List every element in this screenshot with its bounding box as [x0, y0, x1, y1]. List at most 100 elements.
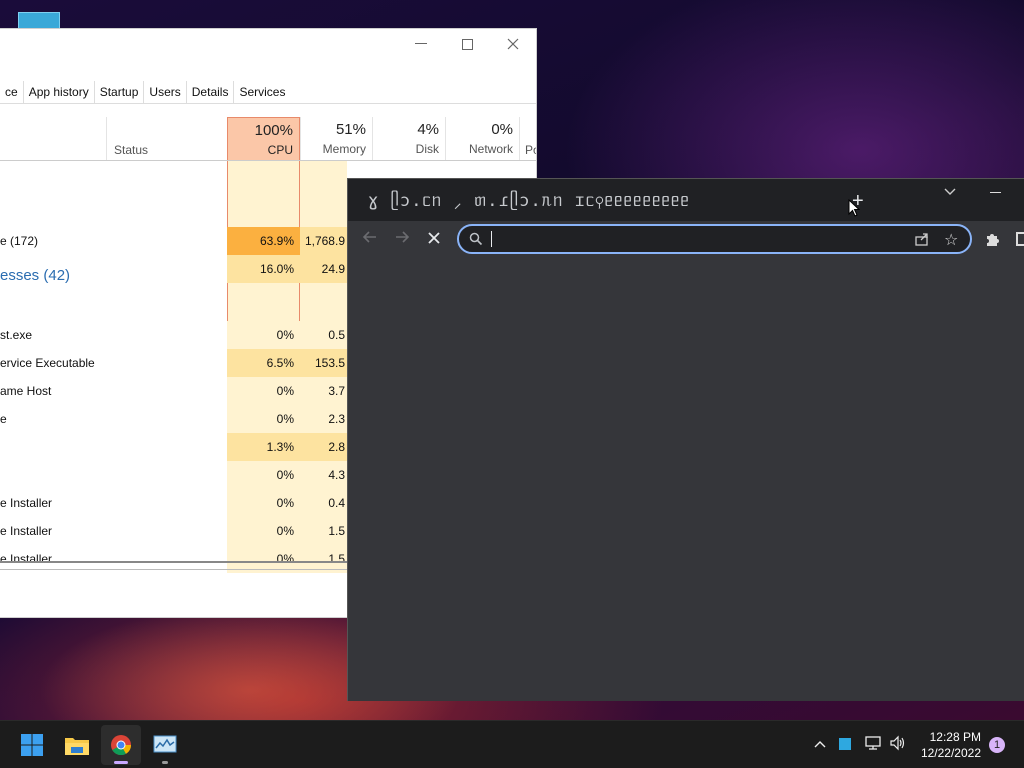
page-content [348, 259, 1024, 701]
speaker-icon [890, 735, 905, 751]
clock-date: 12/22/2022 [920, 746, 981, 760]
chrome-window: ɣ ᥫɔ.ᥴᥒ ⸝ ᥖ.ɾᥫɔ.ᥰᥒ ɪᥴ⚲ᥱᥱᥱᥱᥱᥱᥱᥱᥱ + ☆ [347, 178, 1024, 701]
close-icon [428, 232, 440, 244]
share-icon[interactable] [914, 231, 930, 247]
table-row[interactable]: e Installer 0% 0.4 [0, 489, 347, 517]
table-row[interactable]: e 0% 2.3 [0, 405, 347, 433]
blue-square-icon [839, 738, 851, 750]
column-power-label: Po [525, 143, 536, 157]
address-bar[interactable]: ☆ [457, 224, 972, 254]
start-button[interactable] [12, 725, 52, 765]
show-hidden-icons-button[interactable] [814, 735, 826, 751]
forward-button[interactable] [394, 229, 410, 250]
clock[interactable]: 12:28 PM 12/22/2022 [921, 729, 981, 761]
table-row[interactable]: 1.3% 2.8 [0, 433, 347, 461]
tab-app-history[interactable]: App history [24, 81, 95, 103]
task-manager-icon [153, 735, 177, 753]
table-row[interactable]: 16.0% 24.9 [0, 255, 347, 283]
process-cpu: 0% [276, 552, 294, 566]
process-memory: 1.5 [328, 552, 345, 566]
side-panel-icon[interactable] [1016, 232, 1024, 246]
column-memory-label: Memory [322, 142, 366, 156]
active-app-indicator [114, 761, 128, 764]
tab-performance[interactable]: ce [0, 81, 24, 103]
process-memory: 0.5 [328, 328, 345, 342]
minimize-icon [990, 192, 1001, 193]
browser-toolbar: ☆ [348, 221, 1024, 259]
tab-services[interactable]: Services [234, 81, 290, 103]
maximize-button[interactable] [444, 29, 490, 59]
volume-button[interactable] [889, 735, 907, 754]
process-cpu: 6.5% [266, 356, 294, 370]
column-cpu-label: CPU [267, 143, 293, 157]
process-cpu: 0% [276, 524, 294, 538]
back-button[interactable] [362, 229, 378, 250]
mouse-cursor-icon [848, 199, 860, 217]
extensions-puzzle-icon[interactable] [984, 231, 1000, 247]
chevron-down-icon [944, 188, 956, 195]
column-network-label: Network [468, 142, 513, 156]
column-network[interactable]: 0% Network [445, 117, 519, 161]
chrome-icon [111, 735, 132, 756]
task-manager-taskbar-button[interactable] [145, 725, 185, 765]
column-disk-label: Disk [415, 142, 439, 156]
desktop: ce App history Startup Users Details Ser… [0, 0, 1024, 720]
column-cpu[interactable]: 100% CPU [227, 117, 300, 161]
network-total-percent: 0% [491, 121, 513, 138]
task-manager-tabs: ce App history Startup Users Details Ser… [0, 81, 290, 103]
tab-details[interactable]: Details [187, 81, 235, 103]
tab-search-button[interactable] [944, 185, 956, 199]
clock-time: 12:28 PM [929, 730, 981, 744]
chrome-taskbar-button[interactable] [101, 725, 141, 765]
file-explorer-button[interactable] [57, 725, 97, 765]
table-row[interactable]: e (172) 63.9% 1,768.9 [0, 227, 347, 255]
column-power[interactable]: Po [519, 117, 536, 161]
text-caret [491, 231, 492, 247]
column-status[interactable]: Status [106, 117, 227, 161]
table-row[interactable]: ame Host 0% 3.7 [0, 377, 347, 405]
horizontal-scrollbar[interactable] [0, 561, 347, 563]
process-name: e (172) [0, 234, 39, 248]
process-memory: 1,768.9 [304, 234, 345, 248]
process-cpu: 0% [276, 468, 294, 482]
process-cpu: 0% [276, 328, 294, 342]
table-row[interactable]: 0% 4.3 [0, 461, 347, 489]
process-memory: 2.8 [328, 440, 345, 454]
network-button[interactable] [864, 735, 882, 754]
close-button[interactable] [490, 29, 536, 59]
arrow-left-icon [362, 231, 376, 243]
process-cpu: 1.3% [266, 440, 294, 454]
process-memory: 0.4 [328, 496, 345, 510]
notification-badge[interactable]: 1 [989, 737, 1005, 753]
window-controls [398, 29, 536, 59]
maximize-icon [461, 38, 473, 50]
column-status-label: Status [114, 143, 149, 157]
tab-startup[interactable]: Startup [95, 81, 145, 103]
table-row[interactable]: st.exe 0% 0.5 [0, 321, 347, 349]
process-name: ame Host [0, 384, 52, 398]
process-name: e Installer [0, 496, 53, 510]
network-icon [865, 736, 881, 750]
minimize-button[interactable] [398, 29, 444, 59]
process-name: e Installer [0, 552, 53, 566]
table-row[interactable]: ervice Executable 6.5% 153.5 [0, 349, 347, 377]
memory-total-percent: 51% [335, 121, 366, 138]
chevron-up-icon [814, 741, 826, 748]
chrome-minimize-button[interactable] [990, 181, 1001, 199]
process-memory: 24.9 [321, 262, 345, 276]
disk-total-percent: 4% [417, 121, 439, 138]
browser-tab-title[interactable]: ɣ ᥫɔ.ᥴᥒ ⸝ ᥖ.ɾᥫɔ.ᥰᥒ ɪᥴ⚲ᥱᥱᥱᥱᥱᥱᥱᥱᥱ [368, 191, 690, 211]
process-memory: 153.5 [314, 356, 345, 370]
process-cpu: 63.9% [259, 234, 294, 248]
table-row[interactable]: e Installer 0% 1.5 [0, 517, 347, 545]
process-memory: 1.5 [328, 524, 345, 538]
tab-users[interactable]: Users [144, 81, 187, 103]
tray-app-icon[interactable] [839, 738, 851, 750]
open-app-indicator [162, 761, 168, 764]
bookmark-star-icon[interactable]: ☆ [944, 230, 958, 250]
process-cpu: 16.0% [259, 262, 294, 276]
column-memory[interactable]: 51% Memory [300, 117, 372, 161]
stop-loading-button[interactable] [427, 229, 441, 250]
process-memory: 2.3 [328, 412, 345, 426]
column-disk[interactable]: 4% Disk [372, 117, 445, 161]
